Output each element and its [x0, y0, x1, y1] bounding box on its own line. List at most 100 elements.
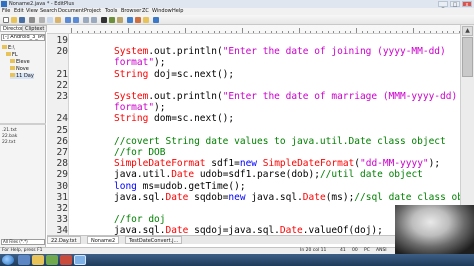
save-icon[interactable] [19, 17, 25, 23]
file-list-item[interactable]: .21.txt [2, 128, 17, 133]
code-token: //util date object [319, 169, 423, 181]
directory-icon[interactable] [143, 17, 149, 23]
ruler-icon[interactable] [117, 17, 123, 23]
vertical-scrollbar[interactable]: ▲ [460, 25, 474, 235]
tree-item[interactable]: FL [6, 52, 18, 58]
browser-icon[interactable] [127, 17, 133, 23]
code-line[interactable]: //covert String date values to java.util… [114, 136, 446, 147]
undo-icon[interactable] [65, 17, 71, 23]
tree-item-selected[interactable]: 11 Day [10, 73, 34, 79]
scroll-thumb[interactable] [462, 37, 473, 77]
file-filter-select[interactable]: All Files (*.*) [1, 239, 45, 245]
code-token: "Enter the date of marriage (MMM-yyyy-dd… [222, 91, 458, 102]
folder-icon [10, 66, 15, 70]
menu-browser[interactable]: Browser [121, 8, 141, 15]
menu-window[interactable]: Window [152, 8, 172, 15]
replace-icon[interactable] [91, 17, 97, 23]
help-icon[interactable] [153, 17, 159, 23]
taskbar-explorer-icon[interactable] [32, 255, 44, 265]
tree-item[interactable]: E:\ [2, 45, 15, 51]
code-line[interactable]: SimpleDateFormat sdf1=new SimpleDateForm… [114, 158, 440, 169]
menu-edit[interactable]: Edit [14, 8, 24, 15]
menu-tools[interactable]: Tools [105, 8, 117, 15]
code-token: SimpleDateFormat [114, 158, 206, 170]
ruler-tick [310, 31, 312, 33]
start-button-icon[interactable] [2, 255, 14, 265]
taskbar-editplus-icon[interactable] [74, 255, 86, 265]
taskbar-app-icon[interactable] [46, 255, 58, 265]
code-line[interactable]: format"); [114, 102, 166, 113]
code-line[interactable]: long ms=udob.getTime(); [114, 181, 246, 192]
code-token: java.sql. [114, 191, 166, 203]
code-token: format" [114, 102, 155, 114]
menu-view[interactable]: View [26, 8, 38, 15]
copy-icon[interactable] [47, 17, 53, 23]
ruler-tick [287, 31, 289, 33]
ruler-tick [276, 31, 278, 33]
ruler-tick [196, 31, 198, 33]
code-token: SimpleDateFormat [262, 158, 355, 170]
scroll-up-arrow-icon[interactable]: ▲ [462, 26, 473, 36]
menu-help[interactable]: Help [172, 8, 183, 15]
doc-tab-22-day[interactable]: 22.Day.txt [47, 236, 81, 244]
code-line[interactable]: //for doj [114, 214, 165, 225]
menu-document[interactable]: Document [58, 8, 84, 15]
ruler-tick [333, 31, 335, 33]
code-token: //sql date class obj [354, 191, 460, 203]
drive-select[interactable]: [-] Android_3_iPhone 5 [1, 34, 45, 41]
file-list-item[interactable]: 22.bak [2, 134, 17, 139]
ruler-tick [105, 31, 107, 33]
open-icon[interactable] [11, 17, 17, 23]
minimize-button[interactable]: _ [438, 1, 448, 8]
paste-icon[interactable] [55, 17, 61, 23]
taskbar-ie-icon[interactable] [18, 255, 30, 265]
folder-icon [2, 45, 7, 49]
tree-item[interactable]: Nove [10, 66, 29, 72]
ruler-tick [116, 31, 118, 33]
code-token: String [114, 68, 149, 80]
cliptext-icon[interactable] [135, 17, 141, 23]
code-token: sdf1= [205, 158, 240, 170]
webcam-overlay-image [395, 205, 474, 254]
line-number: 19 [56, 35, 68, 46]
code-line[interactable]: java.sql.Date sqdoj=java.sql.Date.valueO… [114, 225, 383, 235]
panel-splitter[interactable] [0, 123, 46, 125]
code-line[interactable]: java.util.Date udob=sdf1.parse(dob);//ut… [114, 169, 423, 180]
print-icon[interactable] [29, 17, 35, 23]
code-line[interactable]: //for DOB [114, 147, 165, 158]
maximize-button[interactable]: □ [450, 1, 460, 8]
doc-tab-noname2[interactable]: Noname2 [87, 236, 120, 244]
ruler-tick [145, 31, 147, 33]
ruler-tick [213, 31, 215, 33]
doc-tab-testdateconvert[interactable]: TestDateConvert.j... [125, 236, 183, 244]
menu-project[interactable]: Project [84, 8, 101, 15]
new-icon[interactable] [3, 17, 9, 23]
wordwrap-icon[interactable] [109, 17, 115, 23]
taskbar-app-icon[interactable] [60, 255, 72, 265]
cut-icon[interactable] [39, 17, 45, 23]
ruler-tick [338, 31, 340, 33]
menu-bar: File Edit View Search Document Project T… [0, 8, 474, 15]
code-line[interactable]: format"); [114, 57, 166, 68]
line-number: 30 [56, 180, 68, 192]
menu-file[interactable]: File [2, 8, 10, 15]
code-token: //for DOB [114, 147, 166, 158]
file-list-item[interactable]: 22.txt [2, 140, 15, 145]
tab-cliptext[interactable]: Cliptext [22, 25, 48, 32]
close-button[interactable]: x [462, 1, 472, 8]
menu-zc[interactable]: ZC [142, 8, 149, 15]
ruler-tick [384, 31, 386, 33]
code-line[interactable]: System.out.println("Enter the date of ma… [114, 91, 457, 102]
code-line[interactable]: java.sql.Date sqdob=new java.sql.Date(ms… [114, 192, 460, 203]
code-line[interactable]: System.out.println("Enter the date of jo… [114, 46, 446, 57]
redo-icon[interactable] [73, 17, 79, 23]
menu-search[interactable]: Search [40, 8, 57, 15]
tree-item[interactable]: Eleve [10, 59, 30, 65]
code-token: doj=sc.next(); [148, 68, 235, 80]
ruler-tick [441, 31, 443, 33]
code-line[interactable]: String dom=sc.next(); [114, 113, 234, 124]
code-line[interactable]: String doj=sc.next(); [114, 69, 234, 80]
ruler-tick [350, 31, 352, 33]
font-icon[interactable] [101, 17, 107, 23]
find-icon[interactable] [83, 17, 89, 23]
